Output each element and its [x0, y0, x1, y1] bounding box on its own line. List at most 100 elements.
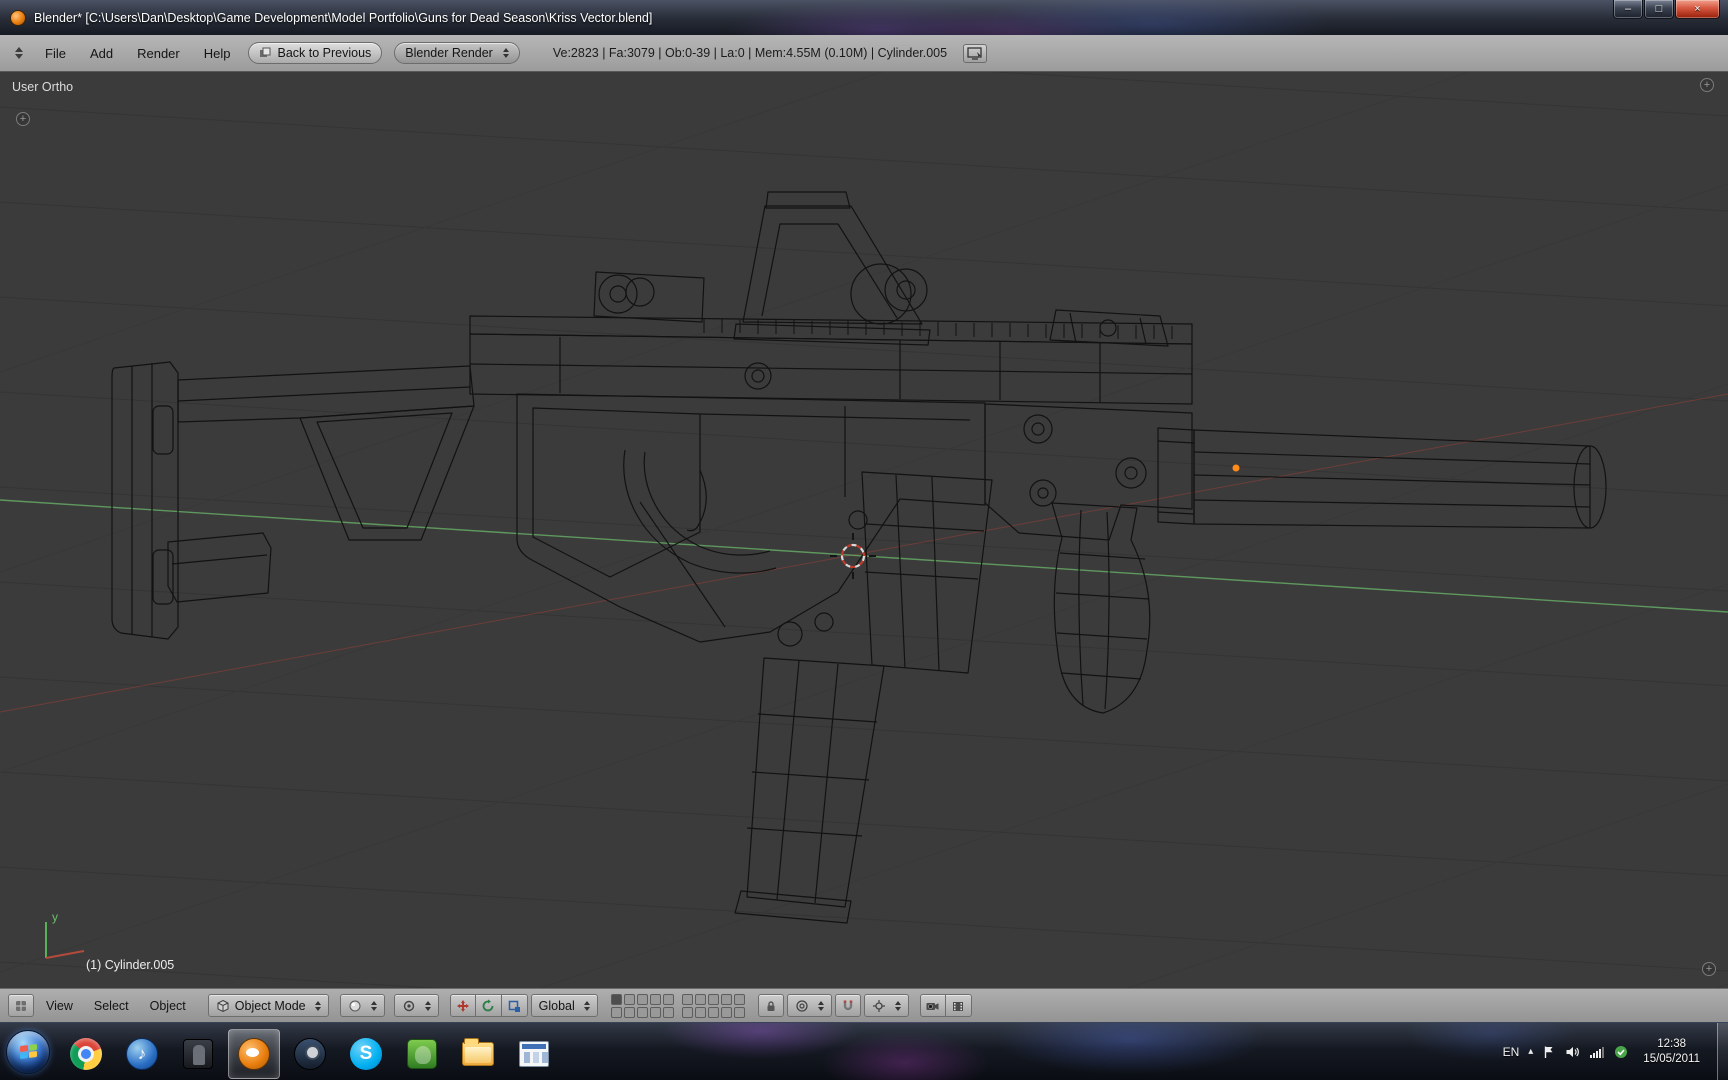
language-indicator[interactable]: EN — [1503, 1045, 1520, 1059]
layer-cell[interactable] — [624, 994, 635, 1005]
blender-icon — [238, 1038, 270, 1070]
render-engine-dropdown[interactable]: Blender Render — [394, 42, 520, 64]
layer-cell[interactable] — [611, 994, 622, 1005]
render-engine-value: Blender Render — [405, 46, 493, 60]
taskbar-app-green[interactable] — [396, 1029, 448, 1079]
taskbar: ♪ S EN 12:38 15/05/2011 — [0, 1022, 1728, 1080]
menu-object[interactable]: Object — [141, 996, 195, 1016]
layer-cell[interactable] — [708, 1007, 719, 1018]
axis-y-label: y — [52, 910, 58, 924]
opengl-render-group — [920, 994, 972, 1017]
updown-arrows-icon — [584, 1001, 590, 1011]
updown-arrows-icon — [818, 1001, 824, 1011]
layer-cell[interactable] — [721, 1007, 732, 1018]
skype-icon: S — [350, 1038, 382, 1070]
layer-cell[interactable] — [708, 994, 719, 1005]
menu-help[interactable]: Help — [193, 43, 242, 64]
mode-dropdown[interactable]: Object Mode — [208, 994, 329, 1017]
layer-cell[interactable] — [721, 994, 732, 1005]
layer-cell[interactable] — [734, 1007, 745, 1018]
menu-add[interactable]: Add — [79, 43, 124, 64]
layer-cell[interactable] — [663, 1007, 674, 1018]
viewport-shading-dropdown[interactable] — [340, 994, 385, 1017]
active-object-label: (1) Cylinder.005 — [86, 958, 174, 972]
layer-cell[interactable] — [695, 1007, 706, 1018]
layer-cell[interactable] — [682, 994, 693, 1005]
office-icon — [519, 1041, 549, 1067]
layers-widget-group-1[interactable] — [611, 994, 674, 1018]
collapse-menus-icon[interactable] — [10, 44, 28, 62]
manipulator-translate-icon[interactable] — [450, 994, 476, 1017]
viewport-3d-canvas[interactable]: y — [0, 72, 1728, 988]
hidden-icons-arrow-icon[interactable] — [1528, 1046, 1533, 1057]
blender-app-icon — [10, 10, 26, 26]
layer-cell[interactable] — [637, 994, 648, 1005]
windows-flag-icon — [20, 1044, 37, 1059]
clock-time: 12:38 — [1643, 1037, 1700, 1052]
layers-widget-group-2[interactable] — [682, 994, 745, 1018]
layer-cell[interactable] — [734, 994, 745, 1005]
layer-cell[interactable] — [611, 1007, 622, 1018]
lock-icon[interactable] — [758, 994, 784, 1017]
volume-icon[interactable] — [1565, 1045, 1580, 1059]
snap-magnet-icon[interactable] — [835, 994, 861, 1017]
maximize-button[interactable]: □ — [1644, 0, 1674, 19]
proportional-edit-icon — [795, 999, 809, 1013]
layer-cell[interactable] — [624, 1007, 635, 1018]
action-center-flag-icon[interactable] — [1542, 1045, 1556, 1059]
orientation-value: Global — [539, 999, 575, 1013]
manipulator-scale-icon[interactable] — [502, 994, 528, 1017]
area-corner-icon[interactable] — [1702, 962, 1716, 976]
menu-render[interactable]: Render — [126, 43, 191, 64]
opengl-render-anim-icon[interactable] — [946, 994, 972, 1017]
layer-cell[interactable] — [663, 994, 674, 1005]
close-button[interactable]: × — [1675, 0, 1720, 19]
menu-file[interactable]: File — [34, 43, 77, 64]
opengl-render-image-icon[interactable] — [920, 994, 946, 1017]
layer-cell[interactable] — [650, 994, 661, 1005]
viewport-shading-icon — [348, 999, 362, 1013]
mini-axis-widget: y — [46, 910, 84, 958]
taskbar-app-game[interactable] — [172, 1029, 224, 1079]
layer-cell[interactable] — [682, 1007, 693, 1018]
taskbar-clock[interactable]: 12:38 15/05/2011 — [1643, 1037, 1700, 1067]
window-controls: – □ × — [1613, 0, 1720, 19]
show-desktop-button[interactable] — [1717, 1023, 1728, 1080]
taskbar-app-blender[interactable] — [228, 1029, 280, 1079]
taskbar-app-itunes[interactable]: ♪ — [116, 1029, 168, 1079]
back-icon — [259, 47, 271, 59]
taskbar-app-steam[interactable] — [284, 1029, 336, 1079]
start-button[interactable] — [6, 1030, 50, 1074]
game-icon — [183, 1039, 213, 1069]
proportional-edit-dropdown[interactable] — [787, 994, 832, 1017]
editor-type-icon[interactable] — [8, 994, 34, 1017]
viewport-3d[interactable]: y User Ortho (1) Cylinder.005 — [0, 72, 1728, 988]
taskbar-app-explorer[interactable] — [452, 1029, 504, 1079]
screen-layout-icon[interactable] — [963, 44, 987, 63]
minimize-button[interactable]: – — [1613, 0, 1643, 19]
menu-view[interactable]: View — [37, 996, 82, 1016]
layer-cell[interactable] — [650, 1007, 661, 1018]
manipulator-rotate-icon[interactable] — [476, 994, 502, 1017]
manipulator-toggle-group — [450, 994, 528, 1017]
pivot-point-icon — [402, 999, 416, 1013]
viewport-header: View Select Object Object Mode — [0, 988, 1728, 1022]
area-corner-icon[interactable] — [16, 112, 30, 126]
window-titlebar[interactable]: Blender* [C:\Users\Dan\Desktop\Game Deve… — [0, 0, 1728, 35]
area-corner-icon[interactable] — [1700, 78, 1714, 92]
taskbar-app-skype[interactable]: S — [340, 1029, 392, 1079]
layer-cell[interactable] — [695, 994, 706, 1005]
back-to-previous-button[interactable]: Back to Previous — [248, 42, 382, 64]
system-tray: EN 12:38 15/05/2011 — [1503, 1023, 1728, 1080]
menu-select[interactable]: Select — [85, 996, 138, 1016]
layer-cell[interactable] — [637, 1007, 648, 1018]
selected-vertex-dot — [1233, 465, 1240, 472]
taskbar-app-chrome[interactable] — [60, 1029, 112, 1079]
snap-target-dropdown[interactable] — [864, 994, 909, 1017]
safely-remove-icon[interactable] — [1614, 1045, 1628, 1059]
grid-lines — [0, 72, 1728, 988]
network-icon[interactable] — [1589, 1045, 1605, 1059]
taskbar-app-office[interactable] — [508, 1029, 560, 1079]
pivot-point-dropdown[interactable] — [394, 994, 439, 1017]
orientation-dropdown[interactable]: Global — [531, 994, 598, 1017]
